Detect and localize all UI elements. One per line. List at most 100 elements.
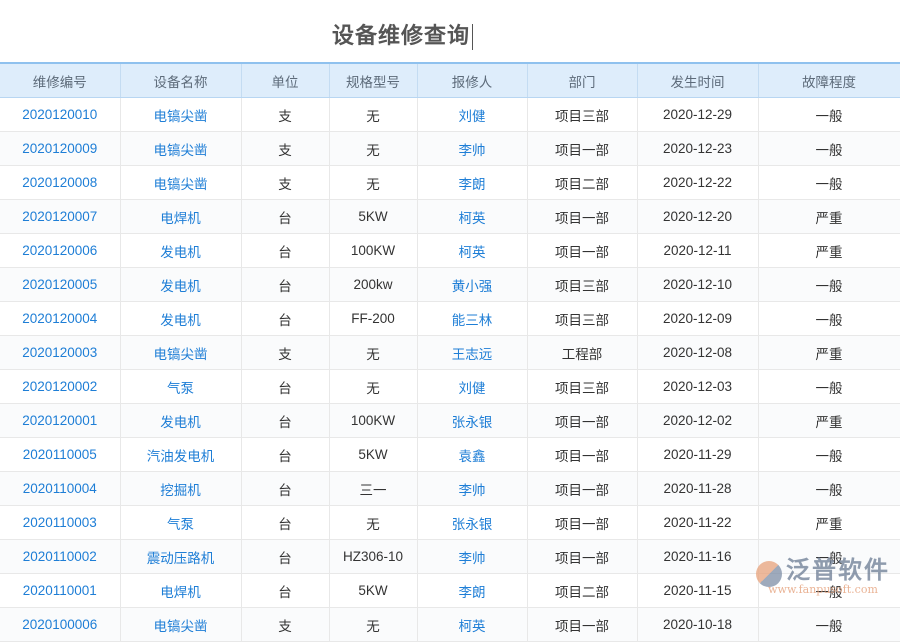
- table-cell: 2020-11-15: [637, 574, 758, 608]
- table-cell: 无: [329, 506, 417, 540]
- cell-link[interactable]: 2020110005: [0, 438, 120, 472]
- cell-link[interactable]: 2020120009: [0, 132, 120, 166]
- table-cell: 台: [241, 302, 329, 336]
- table-cell: 严重: [758, 234, 900, 268]
- cell-link[interactable]: 发电机: [120, 302, 241, 336]
- cell-link[interactable]: 电焊机: [120, 200, 241, 234]
- text-cursor: [472, 24, 473, 50]
- cell-link[interactable]: 能三林: [417, 302, 527, 336]
- table-cell: 台: [241, 472, 329, 506]
- cell-link[interactable]: 2020120003: [0, 336, 120, 370]
- cell-link[interactable]: 2020120010: [0, 98, 120, 132]
- table-row: 2020120001发电机台100KW张永银项目一部2020-12-02严重: [0, 404, 900, 438]
- table-cell: 项目一部: [527, 506, 637, 540]
- table-cell: 2020-12-23: [637, 132, 758, 166]
- table-cell: 5KW: [329, 200, 417, 234]
- table-cell: 无: [329, 370, 417, 404]
- cell-link[interactable]: 2020110004: [0, 472, 120, 506]
- column-header[interactable]: 设备名称: [120, 63, 241, 98]
- column-header[interactable]: 规格型号: [329, 63, 417, 98]
- cell-link[interactable]: 2020120001: [0, 404, 120, 438]
- cell-link[interactable]: 发电机: [120, 268, 241, 302]
- cell-link[interactable]: 李帅: [417, 540, 527, 574]
- column-header[interactable]: 发生时间: [637, 63, 758, 98]
- table-cell: 一般: [758, 166, 900, 200]
- cell-link[interactable]: 李帅: [417, 132, 527, 166]
- cell-link[interactable]: 2020110001: [0, 574, 120, 608]
- cell-link[interactable]: 柯英: [417, 608, 527, 642]
- table-cell: 支: [241, 166, 329, 200]
- cell-link[interactable]: 电焊机: [120, 574, 241, 608]
- table-row: 2020110003气泵台无张永银项目一部2020-11-22严重: [0, 506, 900, 540]
- cell-link[interactable]: 柯英: [417, 234, 527, 268]
- cell-link[interactable]: 电镐尖凿: [120, 166, 241, 200]
- cell-link[interactable]: 电镐尖凿: [120, 608, 241, 642]
- cell-link[interactable]: 李帅: [417, 472, 527, 506]
- table-cell: 2020-11-29: [637, 438, 758, 472]
- cell-link[interactable]: 张永银: [417, 404, 527, 438]
- table-row: 2020120004发电机台FF-200能三林项目三部2020-12-09一般: [0, 302, 900, 336]
- cell-link[interactable]: 电镐尖凿: [120, 132, 241, 166]
- table-cell: 2020-12-10: [637, 268, 758, 302]
- cell-link[interactable]: 气泵: [120, 370, 241, 404]
- table-cell: 无: [329, 132, 417, 166]
- cell-link[interactable]: 2020120002: [0, 370, 120, 404]
- cell-link[interactable]: 刘健: [417, 98, 527, 132]
- cell-link[interactable]: 张永银: [417, 506, 527, 540]
- table-cell: 严重: [758, 506, 900, 540]
- cell-link[interactable]: 2020120007: [0, 200, 120, 234]
- cell-link[interactable]: 发电机: [120, 234, 241, 268]
- table-cell: 2020-12-22: [637, 166, 758, 200]
- table-cell: 2020-12-02: [637, 404, 758, 438]
- column-header[interactable]: 故障程度: [758, 63, 900, 98]
- table-cell: 项目一部: [527, 404, 637, 438]
- cell-link[interactable]: 气泵: [120, 506, 241, 540]
- cell-link[interactable]: 李朗: [417, 166, 527, 200]
- table-cell: 一般: [758, 438, 900, 472]
- cell-link[interactable]: 2020110003: [0, 506, 120, 540]
- table-cell: 三一: [329, 472, 417, 506]
- table-cell: 严重: [758, 336, 900, 370]
- cell-link[interactable]: 黄小强: [417, 268, 527, 302]
- table-cell: 2020-11-16: [637, 540, 758, 574]
- cell-link[interactable]: 2020120005: [0, 268, 120, 302]
- column-header[interactable]: 部门: [527, 63, 637, 98]
- cell-link[interactable]: 电镐尖凿: [120, 336, 241, 370]
- cell-link[interactable]: 2020120008: [0, 166, 120, 200]
- table-cell: 严重: [758, 200, 900, 234]
- cell-link[interactable]: 柯英: [417, 200, 527, 234]
- column-header[interactable]: 维修编号: [0, 63, 120, 98]
- cell-link[interactable]: 李朗: [417, 574, 527, 608]
- cell-link[interactable]: 震动压路机: [120, 540, 241, 574]
- table-cell: 项目一部: [527, 608, 637, 642]
- table-cell: 支: [241, 608, 329, 642]
- table-cell: 无: [329, 166, 417, 200]
- table-cell: 2020-12-29: [637, 98, 758, 132]
- cell-link[interactable]: 发电机: [120, 404, 241, 438]
- table-cell: 2020-10-18: [637, 608, 758, 642]
- column-header[interactable]: 单位: [241, 63, 329, 98]
- cell-link[interactable]: 挖掘机: [120, 472, 241, 506]
- cell-link[interactable]: 王志远: [417, 336, 527, 370]
- table-cell: 严重: [758, 404, 900, 438]
- cell-link[interactable]: 袁鑫: [417, 438, 527, 472]
- cell-link[interactable]: 刘健: [417, 370, 527, 404]
- table-row: 2020120009电镐尖凿支无李帅项目一部2020-12-23一般: [0, 132, 900, 166]
- column-header[interactable]: 报修人: [417, 63, 527, 98]
- cell-link[interactable]: 2020110002: [0, 540, 120, 574]
- table-cell: 项目三部: [527, 302, 637, 336]
- watermark-logo: 泛普软件 www.fanpusoft.com: [756, 550, 890, 596]
- cell-link[interactable]: 2020120004: [0, 302, 120, 336]
- table-row: 2020120005发电机台200kw黄小强项目三部2020-12-10一般: [0, 268, 900, 302]
- cell-link[interactable]: 汽油发电机: [120, 438, 241, 472]
- table-row: 2020120006发电机台100KW柯英项目一部2020-12-11严重: [0, 234, 900, 268]
- table-row: 2020120010电镐尖凿支无刘健项目三部2020-12-29一般: [0, 98, 900, 132]
- cell-link[interactable]: 电镐尖凿: [120, 98, 241, 132]
- table-row: 2020120007电焊机台5KW柯英项目一部2020-12-20严重: [0, 200, 900, 234]
- table-cell: 无: [329, 336, 417, 370]
- table-cell: 一般: [758, 472, 900, 506]
- table-cell: 台: [241, 540, 329, 574]
- cell-link[interactable]: 2020100006: [0, 608, 120, 642]
- cell-link[interactable]: 2020120006: [0, 234, 120, 268]
- table-cell: HZ306-10: [329, 540, 417, 574]
